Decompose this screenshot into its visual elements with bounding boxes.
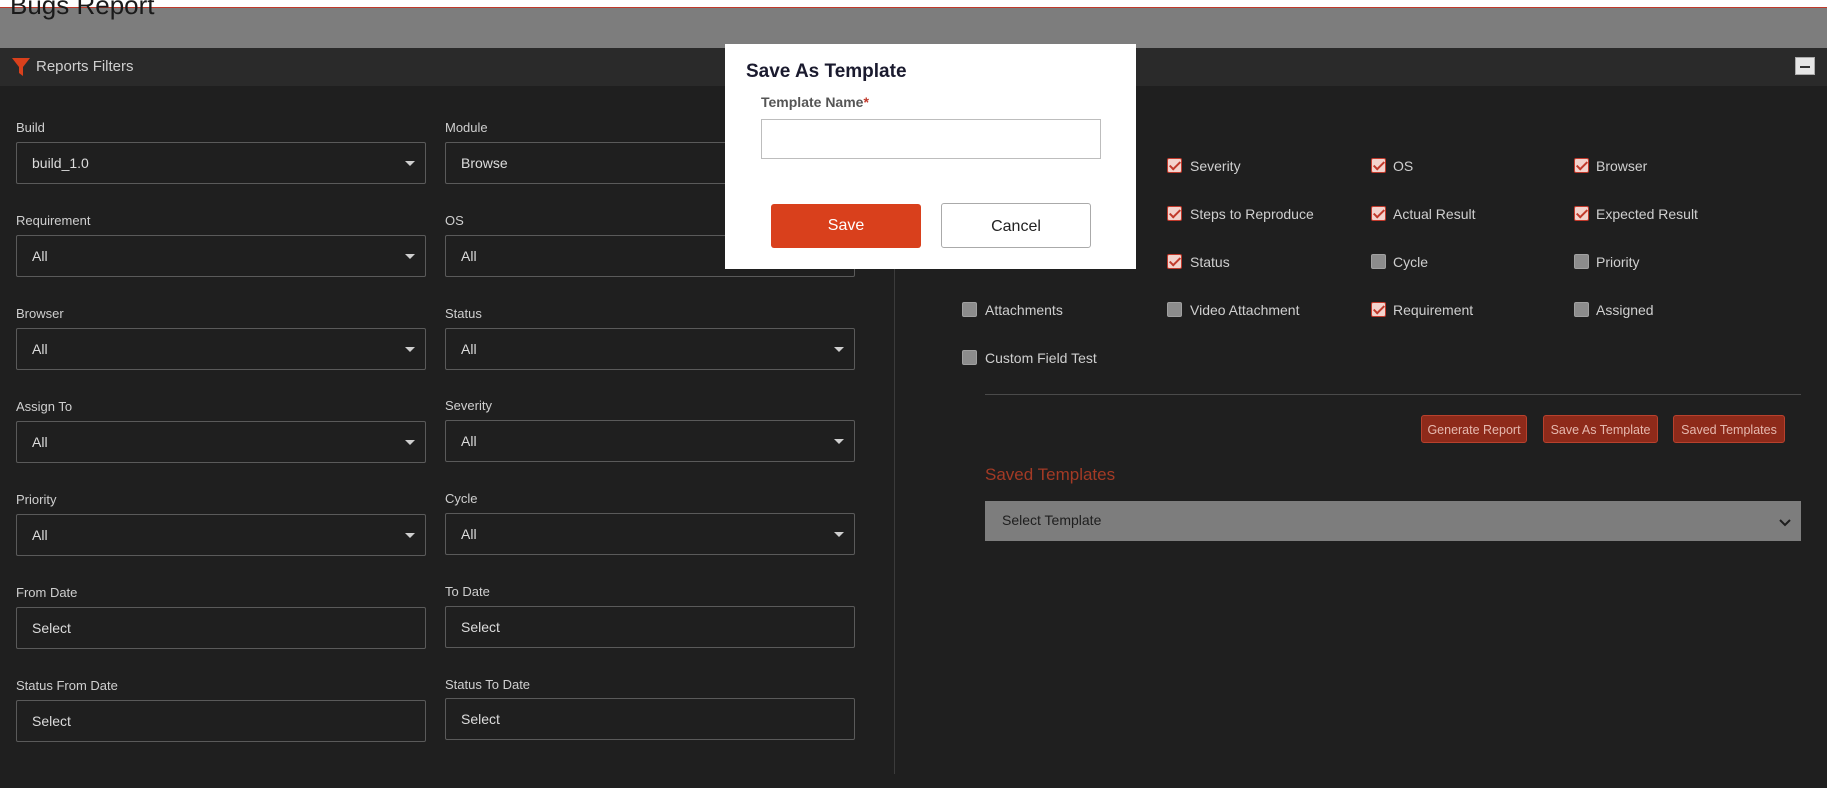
- chevron-down-icon: [405, 533, 415, 538]
- from-date-label: From Date: [16, 585, 78, 600]
- page-header: Bugs Report: [0, 0, 1827, 48]
- os-checkbox[interactable]: [1371, 158, 1386, 173]
- priority-value: All: [32, 527, 48, 543]
- browser-label: Browser: [16, 306, 64, 321]
- chevron-down-icon: [405, 254, 415, 259]
- requirement-value: All: [32, 248, 48, 264]
- steps-column-label: Steps to Reproduce: [1190, 206, 1314, 222]
- save-as-template-button[interactable]: Save As Template: [1543, 415, 1658, 443]
- os-column-label: OS: [1393, 158, 1414, 174]
- status-to-date-input[interactable]: Select: [445, 698, 855, 740]
- status-from-date-value: Select: [32, 713, 71, 729]
- chevron-down-icon: [405, 440, 415, 445]
- custom-field-column-label: Custom Field Test: [985, 350, 1097, 366]
- module-label: Module: [445, 120, 488, 135]
- save-as-template-dialog: Save As Template Template Name* Save Can…: [725, 44, 1136, 269]
- browser-select[interactable]: All: [16, 328, 426, 370]
- chevron-down-icon: [405, 161, 415, 166]
- severity-checkbox[interactable]: [1167, 158, 1182, 173]
- template-name-label-text: Template Name: [761, 94, 864, 110]
- expected-result-column-label: Expected Result: [1596, 206, 1698, 222]
- page-title: Bugs Report: [10, 0, 155, 20]
- actual-result-checkbox[interactable]: [1371, 206, 1386, 221]
- browser-column-label: Browser: [1596, 158, 1648, 174]
- steps-checkbox[interactable]: [1167, 206, 1182, 221]
- status-select[interactable]: All: [445, 328, 855, 370]
- chevron-down-icon: [834, 532, 844, 537]
- to-date-label: To Date: [445, 584, 490, 599]
- template-select[interactable]: Select Template: [985, 501, 1801, 541]
- requirement-checkbox[interactable]: [1371, 302, 1386, 317]
- section-divider: [985, 394, 1801, 395]
- attachments-checkbox[interactable]: [962, 302, 977, 317]
- requirement-select[interactable]: All: [16, 235, 426, 277]
- assign-to-value: All: [32, 434, 48, 450]
- build-label: Build: [16, 120, 45, 135]
- expected-result-checkbox[interactable]: [1574, 206, 1589, 221]
- severity-value: All: [461, 433, 477, 449]
- browser-value: All: [32, 341, 48, 357]
- requirement-column-label: Requirement: [1393, 302, 1474, 318]
- generate-report-button[interactable]: Generate Report: [1421, 415, 1527, 443]
- to-date-value: Select: [461, 619, 500, 635]
- status-to-date-label: Status To Date: [445, 677, 531, 692]
- severity-label: Severity: [445, 398, 492, 413]
- status-column-label: Status: [1190, 254, 1230, 270]
- os-label: OS: [445, 213, 464, 228]
- cycle-select[interactable]: All: [445, 513, 855, 555]
- browser-checkbox[interactable]: [1574, 158, 1589, 173]
- module-value: Browse: [461, 155, 508, 171]
- status-from-date-label: Status From Date: [16, 678, 118, 693]
- priority-label: Priority: [16, 492, 57, 507]
- priority-checkbox[interactable]: [1574, 254, 1589, 269]
- build-value: build_1.0: [32, 155, 89, 171]
- save-button[interactable]: Save: [771, 204, 921, 248]
- attachments-column-label: Attachments: [985, 302, 1063, 318]
- custom-field-checkbox[interactable]: [962, 350, 977, 365]
- required-mark: *: [863, 94, 869, 110]
- reports-filters-label: Reports Filters: [36, 58, 134, 75]
- assigned-column-label: Assigned: [1596, 302, 1654, 318]
- header-accent-line: [0, 7, 1827, 8]
- chevron-down-icon: [405, 347, 415, 352]
- dialog-title: Save As Template: [746, 61, 907, 82]
- severity-column-label: Severity: [1190, 158, 1241, 174]
- assign-to-label: Assign To: [16, 399, 73, 414]
- template-name-label: Template Name*: [761, 94, 869, 110]
- saved-templates-button[interactable]: Saved Templates: [1673, 415, 1785, 443]
- from-date-input[interactable]: Select: [16, 607, 426, 649]
- assigned-checkbox[interactable]: [1574, 302, 1589, 317]
- os-value: All: [461, 248, 477, 264]
- priority-column-label: Priority: [1596, 254, 1640, 270]
- funnel-icon: [11, 57, 31, 82]
- from-date-value: Select: [32, 620, 71, 636]
- status-from-date-input[interactable]: Select: [16, 700, 426, 742]
- severity-select[interactable]: All: [445, 420, 855, 462]
- chevron-down-icon: [834, 347, 844, 352]
- status-label: Status: [445, 306, 482, 321]
- to-date-input[interactable]: Select: [445, 606, 855, 648]
- chevron-down-icon: [834, 439, 844, 444]
- chevron-down-icon: [1779, 515, 1791, 533]
- cycle-column-label: Cycle: [1393, 254, 1429, 270]
- template-name-input[interactable]: [761, 119, 1101, 159]
- video-attachment-checkbox[interactable]: [1167, 302, 1182, 317]
- assign-to-select[interactable]: All: [16, 421, 426, 463]
- template-select-value: Select Template: [1002, 512, 1102, 528]
- cycle-label: Cycle: [445, 491, 478, 506]
- status-to-date-value: Select: [461, 711, 500, 727]
- cycle-checkbox[interactable]: [1371, 254, 1386, 269]
- collapse-button[interactable]: [1795, 57, 1815, 75]
- priority-select[interactable]: All: [16, 514, 426, 556]
- cycle-value: All: [461, 526, 477, 542]
- build-select[interactable]: build_1.0: [16, 142, 426, 184]
- saved-templates-heading: Saved Templates: [985, 465, 1116, 484]
- cancel-button[interactable]: Cancel: [941, 203, 1091, 248]
- status-value: All: [461, 341, 477, 357]
- requirement-label: Requirement: [16, 213, 91, 228]
- video-attachment-column-label: Video Attachment: [1190, 302, 1300, 318]
- actual-result-column-label: Actual Result: [1393, 206, 1476, 222]
- status-checkbox[interactable]: [1167, 254, 1182, 269]
